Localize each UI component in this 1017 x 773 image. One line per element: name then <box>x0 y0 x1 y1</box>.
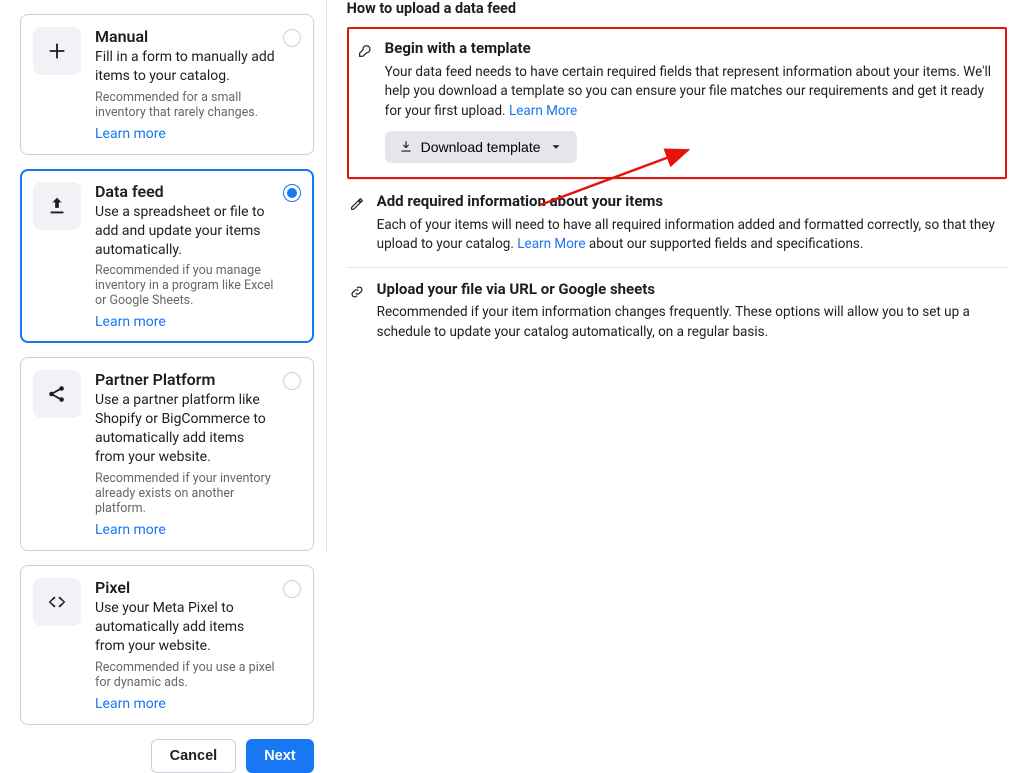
option-title: Partner Platform <box>95 370 275 389</box>
option-data-feed[interactable]: Data feed Use a spreadsheet or file to a… <box>20 169 314 344</box>
option-sub: Recommended if you manage inventory in a… <box>95 263 275 308</box>
share-nodes-icon <box>33 370 81 418</box>
plus-icon <box>33 27 81 75</box>
radio-pixel[interactable] <box>283 580 301 598</box>
option-desc: Use your Meta Pixel to automatically add… <box>95 599 275 656</box>
option-desc: Fill in a form to manually add items to … <box>95 48 275 86</box>
pencil-icon <box>347 194 367 214</box>
learn-more-link[interactable]: Learn More <box>509 103 577 119</box>
learn-more-link[interactable]: Learn More <box>517 236 585 252</box>
caret-down-icon <box>549 140 563 154</box>
option-pixel[interactable]: Pixel Use your Meta Pixel to automatical… <box>20 565 314 725</box>
radio-partner-platform[interactable] <box>283 372 301 390</box>
learn-more-link[interactable]: Learn more <box>95 522 166 538</box>
option-title: Manual <box>95 27 275 46</box>
step-title: Add required information about your item… <box>377 192 999 212</box>
download-icon <box>399 140 413 154</box>
next-button[interactable]: Next <box>246 739 313 773</box>
step-title: Upload your file via URL or Google sheet… <box>377 280 999 300</box>
cancel-button[interactable]: Cancel <box>151 739 237 773</box>
option-partner-platform[interactable]: Partner Platform Use a partner platform … <box>20 357 314 551</box>
wrench-icon <box>355 41 375 61</box>
step-text: Each of your items will need to have all… <box>377 216 999 255</box>
download-template-button[interactable]: Download template <box>385 131 577 163</box>
step-upload-file: Upload your file via URL or Google sheet… <box>347 267 1007 355</box>
option-desc: Use a spreadsheet or file to add and upd… <box>95 203 275 260</box>
options-list: Manual Fill in a form to manually add it… <box>20 0 314 725</box>
learn-more-link[interactable]: Learn more <box>95 126 166 142</box>
option-desc: Use a partner platform like Shopify or B… <box>95 391 275 467</box>
footer-buttons: Cancel Next <box>20 725 314 773</box>
step-title: Begin with a template <box>385 39 995 59</box>
option-sub: Recommended if your inventory already ex… <box>95 471 275 516</box>
radio-manual[interactable] <box>283 29 301 47</box>
option-title: Data feed <box>95 182 275 201</box>
step-text: Your data feed needs to have certain req… <box>385 63 995 122</box>
upload-method-panel: Manual Fill in a form to manually add it… <box>0 0 327 552</box>
step-add-required-info: Add required information about your item… <box>347 179 1007 267</box>
upload-icon <box>33 182 81 230</box>
help-sidebar: How to upload a data feed Begin with a t… <box>327 0 1017 552</box>
learn-more-link[interactable]: Learn more <box>95 314 166 330</box>
sidebar-heading: How to upload a data feed <box>347 0 1007 17</box>
link-icon <box>347 282 367 302</box>
option-title: Pixel <box>95 578 275 597</box>
radio-data-feed[interactable] <box>283 184 301 202</box>
step-text: Recommended if your item information cha… <box>377 303 999 342</box>
step-begin-template: Begin with a template Your data feed nee… <box>347 27 1007 179</box>
option-manual[interactable]: Manual Fill in a form to manually add it… <box>20 14 314 155</box>
learn-more-link[interactable]: Learn more <box>95 696 166 712</box>
option-sub: Recommended for a small inventory that r… <box>95 90 275 120</box>
code-icon <box>33 578 81 626</box>
option-sub: Recommended if you use a pixel for dynam… <box>95 660 275 690</box>
